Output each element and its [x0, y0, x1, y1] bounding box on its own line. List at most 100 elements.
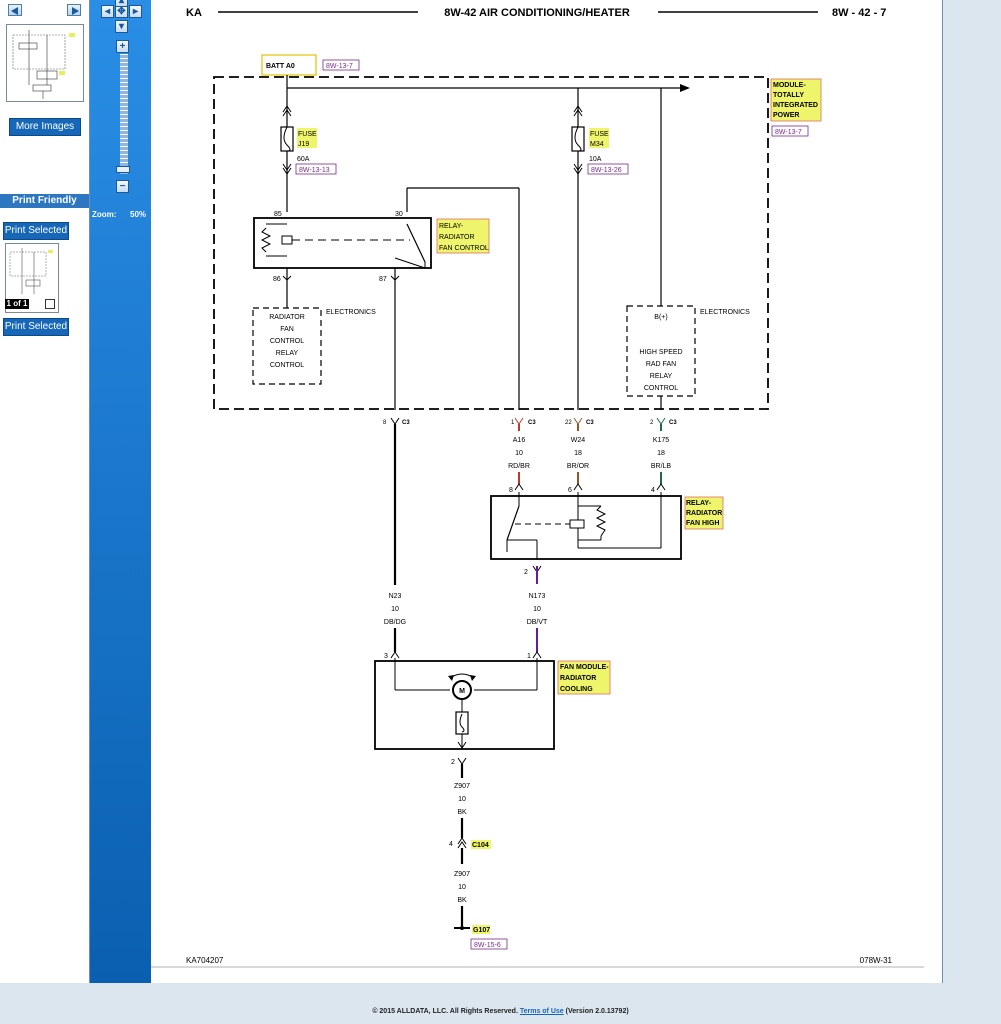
wire-z907-2-color: BK	[457, 897, 467, 904]
zoom-slider-track[interactable]	[120, 54, 128, 174]
relay2-pin-8: 8	[509, 487, 513, 494]
module-label-1: MODULE-	[773, 82, 806, 89]
electronics-label-2: ELECTRONICS	[700, 309, 750, 316]
fuse-j19-icon	[280, 126, 294, 152]
wiring-diagram: KA 8W-42 AIR CONDITIONING/HEATER 8W - 42…	[151, 7, 924, 968]
wire-z907-1-color: BK	[457, 809, 467, 816]
relay-fan-control-box	[253, 217, 432, 269]
rfc-line-5: CONTROL	[270, 362, 304, 369]
copyright-text: © 2015 ALLDATA, LLC. All Rights Reserved…	[372, 1008, 518, 1015]
minus-icon: −	[119, 181, 126, 192]
module-ref[interactable]: 8W-13-7	[775, 129, 802, 136]
move-icon: ✥	[117, 6, 126, 17]
pan-left-button[interactable]: ◂	[101, 5, 114, 18]
relay1-switch-icon	[406, 223, 426, 263]
rfc-line-3: CONTROL	[270, 338, 304, 345]
wire-n173-circuit: N173	[529, 593, 546, 600]
module-label-3: INTEGRATED	[773, 102, 818, 109]
hs-line-4: CONTROL	[644, 385, 678, 392]
diagram-id: KA704207	[186, 956, 224, 965]
zoom-in-button[interactable]: +	[116, 40, 129, 53]
fan-label-1: FAN MODULE-	[560, 664, 609, 671]
pan-right-button[interactable]: ▸	[129, 5, 142, 18]
relay1-label-2: RADIATOR	[439, 234, 475, 241]
relay2-pin-2: 2	[524, 569, 528, 576]
c3-label-3: C3	[586, 420, 594, 426]
wire-z907-1-circuit: Z907	[454, 783, 470, 790]
next-image-button[interactable]	[67, 4, 81, 16]
fuse2-label-1: FUSE	[590, 131, 609, 138]
prev-image-button[interactable]	[8, 4, 22, 16]
wire-w24-circuit: W24	[571, 437, 586, 444]
c3-label-4: C3	[669, 420, 677, 426]
c3-pin-2: 2	[650, 420, 654, 426]
more-images-button[interactable]: More Images	[9, 118, 81, 136]
thumbnail-preview	[12, 30, 75, 99]
relay2-label-2: RADIATOR	[686, 510, 722, 517]
pan-up-button[interactable]: ▴	[115, 0, 128, 7]
relay1-pin-86: 86	[273, 276, 281, 283]
relay1-label-3: FAN CONTROL	[439, 245, 489, 252]
ground-ref[interactable]: 8W-15-6	[474, 942, 501, 949]
relay1-label-1: RELAY-	[439, 223, 464, 230]
wire-w24-gauge: 18	[574, 450, 582, 457]
print-selected-button-bottom[interactable]: Print Selected	[3, 318, 69, 336]
c3-pin-8: 8	[383, 420, 387, 426]
wire-z907-2-circuit: Z907	[454, 871, 470, 878]
terms-of-use-link[interactable]: Terms of Use	[520, 1008, 564, 1015]
relay2-pin-6: 6	[568, 487, 572, 494]
print-selected-button-top[interactable]: Print Selected	[3, 222, 69, 240]
fan-label-3: COOLING	[560, 686, 593, 693]
hs-line-3: RELAY	[650, 373, 673, 380]
diagram-viewer[interactable]: KA 8W-42 AIR CONDITIONING/HEATER 8W - 42…	[151, 0, 943, 983]
arrow-right-icon: ▸	[132, 6, 139, 17]
wire-a16-gauge: 10	[515, 450, 523, 457]
fuse2-rating: 10A	[589, 156, 602, 163]
bus-arrow-icon	[680, 84, 690, 92]
fuse1-rating: 60A	[297, 156, 310, 163]
fuse1-ref[interactable]: 8W-13-13	[299, 167, 330, 174]
c3-pin-22: 22	[565, 420, 572, 426]
header-page: 8W - 42 - 7	[832, 7, 886, 19]
pan-down-button[interactable]: ▾	[115, 20, 128, 33]
arrow-left-icon: ◂	[104, 6, 111, 17]
zoom-out-button[interactable]: −	[116, 180, 129, 193]
batt-ref[interactable]: 8W-13-7	[326, 63, 353, 70]
relay2-label-3: FAN HIGH	[686, 520, 719, 527]
relay1-pin-30: 30	[395, 211, 403, 218]
select-image-checkbox[interactable]	[45, 299, 55, 309]
fuse2-ref[interactable]: 8W-13-26	[591, 167, 622, 174]
wire-w24-color: BR/OR	[567, 463, 589, 470]
wire-n173-gauge: 10	[533, 606, 541, 613]
image-thumbnail[interactable]	[6, 24, 84, 102]
fuse1-label-1: FUSE	[298, 131, 317, 138]
rfc-line-1: RADIATOR	[269, 314, 305, 321]
fuse2-label-2: M34	[590, 141, 604, 148]
rfc-line-4: RELAY	[276, 350, 299, 357]
relay2-label-1: RELAY-	[686, 500, 712, 507]
c104-pin: 4	[449, 841, 453, 848]
wire-a16-color: RD/BR	[508, 463, 530, 470]
ground-label: G107	[473, 927, 490, 934]
wire-z907-1-gauge: 10	[458, 796, 466, 803]
arrow-right-icon	[72, 7, 79, 15]
fan-pin-3: 3	[384, 653, 388, 660]
c3-label-1: C3	[402, 420, 410, 426]
relay1-pin-87: 87	[379, 276, 387, 283]
module-label-4: POWER	[773, 112, 799, 119]
version-text: (Version 2.0.13792)	[565, 1008, 629, 1015]
relay2-coil-icon	[595, 505, 607, 537]
batt-label: BATT A0	[266, 63, 295, 70]
wire-k175-gauge: 18	[657, 450, 665, 457]
rfc-line-2: FAN	[280, 326, 294, 333]
hs-line-1: HIGH SPEED	[639, 349, 682, 356]
wire-n173-color: DB/VT	[527, 619, 548, 626]
module-tipm-box	[213, 76, 769, 410]
hs-line-2: RAD FAN	[646, 361, 676, 368]
arrow-up-icon: ▴	[118, 0, 125, 6]
zoom-slider-handle[interactable]	[116, 166, 130, 173]
diagram-code: 078W-31	[860, 956, 893, 965]
wire-n23-circuit: N23	[389, 593, 402, 600]
wire-a16-circuit: A16	[513, 437, 526, 444]
fuse1-label-2: J19	[298, 141, 309, 148]
